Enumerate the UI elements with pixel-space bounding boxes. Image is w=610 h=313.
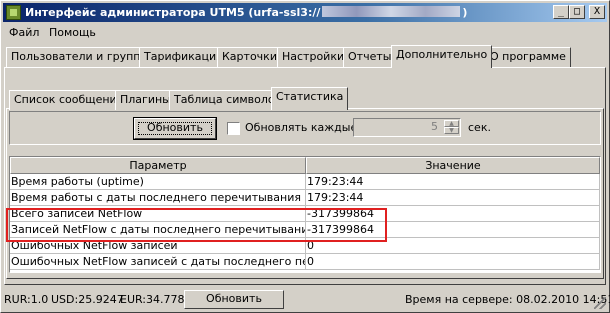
menu-bar: Файл Помощь [3,24,607,42]
close-button[interactable]: X [589,5,605,19]
param-cell: Время работы (uptime) [10,174,306,190]
value-cell: 179:23:44 [306,174,600,190]
menu-help[interactable]: Помощь [45,26,100,40]
interval-unit: сек. [468,121,491,134]
tab-plugins[interactable]: Плагины [115,90,176,110]
value-cell: 179:23:44 [306,190,600,206]
status-refresh-button[interactable]: Обновить [184,290,284,309]
value-cell: -317399864 [306,206,600,222]
redacted-host [322,6,461,17]
app-window: Интерфейс администратора UTM5 (urfa-ssl3… [0,0,610,313]
statistics-table[interactable]: Параметр Значение Время работы (uptime) … [9,156,601,273]
tab-statistics[interactable]: Статистика [271,87,349,110]
refresh-button[interactable]: Обновить [133,117,217,140]
tab-messages[interactable]: Список сообщений [9,90,129,110]
stats-toolbar: Обновить Обновлять каждые 5 ▲ ▼ сек. [9,111,601,145]
param-cell: Время работы с даты последнего перечитыв… [10,190,306,206]
param-cell: Ошибочных NetFlow записей [10,238,306,254]
close-icon: X [593,6,601,17]
table-row[interactable]: Ошибочных NetFlow записей с даты последн… [10,254,600,270]
focus-rect [138,122,212,135]
status-bar: RUR:1.0 USD:25.9247 EUR:34.778 Обновить … [3,290,610,310]
interval-spinner[interactable]: 5 ▲ ▼ [353,118,461,137]
param-cell: Ошибочных NetFlow записей с даты последн… [10,254,306,270]
tab-about[interactable]: О программе [485,47,571,67]
tab-cards[interactable]: Карточки [217,47,282,67]
rate-rur: RUR:1.0 [4,293,49,306]
rate-eur: EUR:34.778 [120,293,185,306]
window-title-suffix: ) [462,6,468,19]
tab-additional[interactable]: Дополнительно [391,45,493,68]
value-cell: 0 [306,238,600,254]
tab-users-groups[interactable]: Пользователи и группы [6,47,155,67]
column-header-value[interactable]: Значение [306,157,600,174]
tab-settings[interactable]: Настройки [277,47,350,67]
maximize-button[interactable]: □ [569,5,585,19]
maximize-icon: □ [573,6,581,17]
interval-value: 5 [431,120,438,133]
app-icon [6,5,21,20]
table-row[interactable]: Время работы с даты последнего перечитыв… [10,190,600,206]
minimize-icon: _ [557,6,565,17]
tab-symbol-table[interactable]: Таблица символов [169,90,287,110]
table-row[interactable]: Всего записей NetFlow -317399864 [10,206,600,222]
table-row[interactable]: Записей NetFlow с даты последнего перечи… [10,222,600,238]
auto-refresh-label: Обновлять каждые [245,121,358,134]
param-cell: Записей NetFlow с даты последнего перечи… [10,222,306,238]
tab-reports[interactable]: Отчеты [343,47,397,67]
title-bar[interactable]: Интерфейс администратора UTM5 (urfa-ssl3… [3,3,607,22]
server-time: Время на сервере: 08.02.2010 14:51:43 [405,293,610,306]
spin-down-icon[interactable]: ▼ [444,127,459,134]
rate-usd: USD:25.9247 [51,293,124,306]
window-title-prefix: Интерфейс администратора UTM5 (urfa-ssl3… [25,6,321,19]
value-cell: 0 [306,254,600,270]
column-header-parameter[interactable]: Параметр [10,157,306,174]
table-row[interactable]: Ошибочных NetFlow записей 0 [10,238,600,254]
table-row[interactable]: Время работы (uptime) 179:23:44 [10,174,600,190]
resize-grip-icon[interactable] [594,297,606,309]
window-title: Интерфейс администратора UTM5 (urfa-ssl3… [25,5,467,20]
param-cell: Всего записей NetFlow [10,206,306,222]
tab-tariffing[interactable]: Тарификация [139,47,228,67]
spin-up-icon[interactable]: ▲ [444,120,459,127]
menu-file[interactable]: Файл [5,26,43,40]
minimize-button[interactable]: _ [553,5,569,19]
auto-refresh-checkbox[interactable] [227,122,240,135]
spinner-arrows: ▲ ▼ [444,120,459,134]
value-cell: -317399864 [306,222,600,238]
